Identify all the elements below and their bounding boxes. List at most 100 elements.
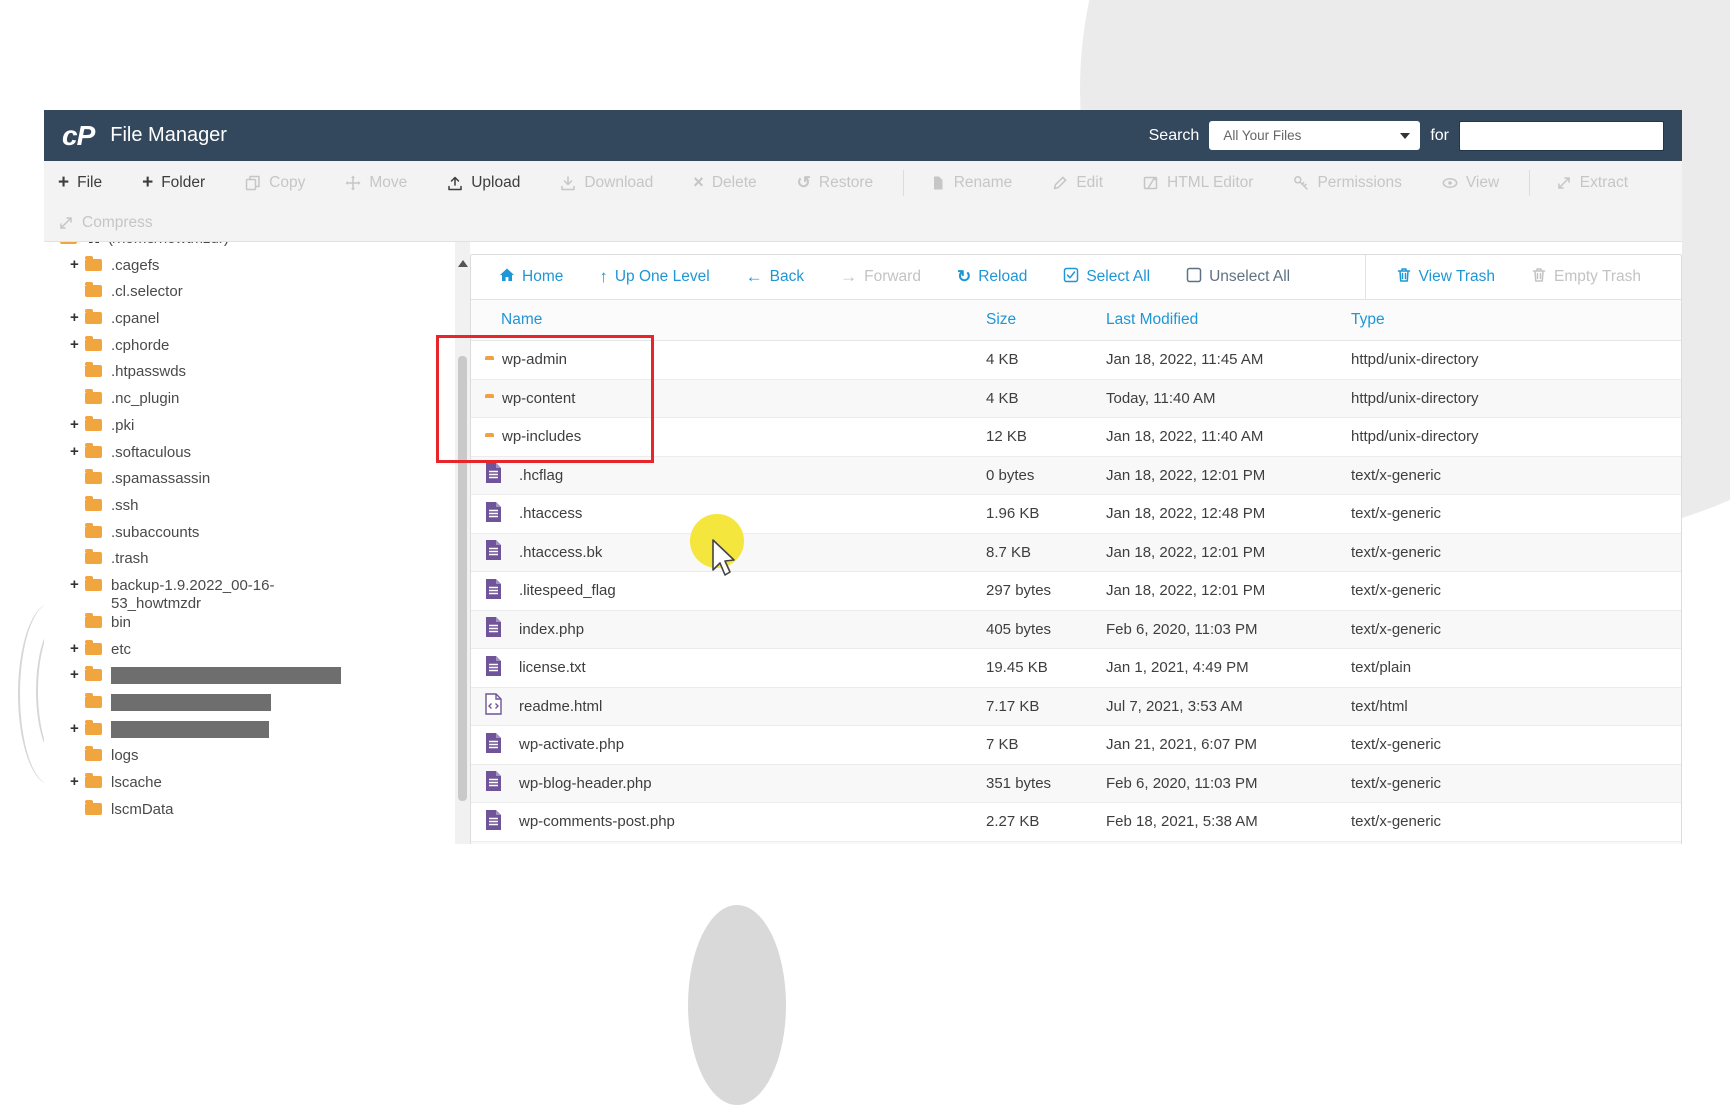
file-modified: Jul 7, 2021, 3:53 AM	[1106, 698, 1351, 715]
tree-item-cphorde[interactable]: +.cphorde	[44, 336, 455, 363]
tree-item-softaculous[interactable]: +.softaculous	[44, 443, 455, 470]
reload-button[interactable]: ↻Reload	[957, 268, 1027, 287]
select-all-button[interactable]: Select All	[1063, 267, 1150, 288]
name-cell: .litespeed_flag	[471, 578, 986, 604]
file-type: text/x-generic	[1351, 736, 1681, 753]
toolbar-button-label: HTML Editor	[1167, 174, 1253, 192]
view-button: View	[1442, 174, 1499, 192]
view-trash-icon	[1396, 267, 1412, 288]
column-header-name[interactable]: Name	[471, 311, 986, 329]
file-row-readme-html[interactable]: readme.html7.17 KBJul 7, 2021, 3:53 AMte…	[471, 688, 1681, 727]
file-rows: wp-admin4 KBJan 18, 2022, 11:45 AMhttpd/…	[471, 341, 1681, 844]
tree-item-cagefs[interactable]: +.cagefs	[44, 256, 455, 283]
folder-row-wp-admin[interactable]: wp-admin4 KBJan 18, 2022, 11:45 AMhttpd/…	[471, 341, 1681, 380]
column-header-type[interactable]: Type	[1351, 311, 1681, 329]
view-trash-button[interactable]: View Trash	[1396, 267, 1495, 288]
file-row-index-php[interactable]: index.php405 bytesFeb 6, 2020, 11:03 PMt…	[471, 611, 1681, 650]
tree-item-lscmdata[interactable]: lscmData	[44, 800, 455, 827]
redacted-label-bar	[111, 667, 341, 684]
navbar-divider	[1365, 255, 1366, 299]
tree-item-trash[interactable]: .trash	[44, 549, 455, 576]
file-row-litespeed-flag[interactable]: .litespeed_flag297 bytesJan 18, 2022, 12…	[471, 572, 1681, 611]
name-cell: license.txt	[471, 655, 986, 681]
file-modified: Jan 18, 2022, 12:01 PM	[1106, 544, 1351, 561]
folder-row-wp-includes[interactable]: wp-includes12 KBJan 18, 2022, 11:40 AMht…	[471, 418, 1681, 457]
back-button[interactable]: ←Back	[746, 268, 804, 287]
file-row-htaccess-bk[interactable]: .htaccess.bk8.7 KBJan 18, 2022, 12:01 PM…	[471, 534, 1681, 573]
tree-item-cpanel[interactable]: +.cpanel	[44, 309, 455, 336]
file-size: 12 KB	[986, 428, 1106, 445]
empty-trash-button: Empty Trash	[1531, 267, 1641, 288]
file-size: 7.17 KB	[986, 698, 1106, 715]
toolbar-button-label: Delete	[712, 174, 757, 192]
home-button[interactable]: Home	[499, 267, 563, 288]
file-row-license-txt[interactable]: license.txt19.45 KBJan 1, 2021, 4:49 PMt…	[471, 649, 1681, 688]
expand-plus-icon[interactable]: +	[70, 640, 85, 657]
scrollbar-thumb[interactable]	[458, 356, 467, 801]
file-row-htaccess[interactable]: .htaccess1.96 KBJan 18, 2022, 12:48 PMte…	[471, 495, 1681, 534]
tree-item-cl-selector[interactable]: .cl.selector	[44, 282, 455, 309]
file-modified: Jan 18, 2022, 11:40 AM	[1106, 428, 1351, 445]
scroll-up-arrow-icon[interactable]	[458, 260, 468, 267]
tree-item-spamassassin[interactable]: .spamassassin	[44, 469, 455, 496]
file-name: .htaccess.bk	[519, 544, 602, 561]
tree-item-bin[interactable]: bin	[44, 613, 455, 640]
unselect-all-button[interactable]: Unselect All	[1186, 267, 1290, 288]
expand-plus-icon[interactable]: +	[70, 256, 85, 273]
file-name: .htaccess	[519, 505, 582, 522]
tree-item-redacted[interactable]: +	[44, 720, 455, 747]
folder-icon	[85, 696, 102, 708]
expand-plus-icon[interactable]: +	[70, 309, 85, 326]
tree-item-backup-1-9-2022-00-16-53-howtmzdr[interactable]: +backup-1.9.2022_00-16-53_howtmzdr	[44, 576, 455, 613]
expand-plus-icon[interactable]: +	[70, 336, 85, 353]
extract-icon	[1556, 175, 1572, 191]
expand-plus-icon[interactable]: +	[70, 416, 85, 433]
search-scope-select[interactable]: All Your Files	[1209, 121, 1420, 150]
file-row-wp-comments-post-php[interactable]: wp-comments-post.php2.27 KBFeb 18, 2021,…	[471, 803, 1681, 842]
column-header-size[interactable]: Size	[986, 311, 1106, 329]
tree-item-lscache[interactable]: +lscache	[44, 773, 455, 800]
file-row-hcflag[interactable]: .hcflag0 bytesJan 18, 2022, 12:01 PMtext…	[471, 457, 1681, 496]
name-cell: wp-blog-header.php	[471, 770, 986, 796]
tree-item-logs[interactable]: logs	[44, 746, 455, 773]
up-one-level-button[interactable]: ↑Up One Level	[599, 268, 709, 287]
toolbar-button-label: Rename	[954, 174, 1013, 192]
tree-item-htpasswds[interactable]: .htpasswds	[44, 362, 455, 389]
folder-button[interactable]: +Folder	[142, 173, 205, 193]
tree-item-redacted[interactable]: +	[44, 666, 455, 693]
tree-item-subaccounts[interactable]: .subaccounts	[44, 523, 455, 550]
file-row-wp-activate-php[interactable]: wp-activate.php7 KBJan 21, 2021, 6:07 PM…	[471, 726, 1681, 765]
expand-plus-icon[interactable]: +	[70, 773, 85, 790]
empty-trash-icon	[1531, 267, 1547, 288]
file-name: .litespeed_flag	[519, 582, 616, 599]
tree-item-label: .nc_plugin	[111, 389, 179, 408]
expand-plus-icon[interactable]: +	[70, 720, 85, 737]
expand-plus-icon[interactable]: +	[70, 666, 85, 683]
search-input[interactable]	[1459, 121, 1664, 151]
folder-icon	[85, 723, 102, 735]
tree-item-ssh[interactable]: .ssh	[44, 496, 455, 523]
tree-item-label: .pki	[111, 416, 134, 435]
toolbar-divider	[903, 170, 904, 196]
file-manager-window: cP File Manager Search All Your Files fo…	[44, 110, 1682, 844]
navbar-button-label: Select All	[1086, 268, 1150, 286]
file-row[interactable]	[471, 842, 1681, 845]
expand-plus-icon[interactable]: +	[70, 576, 85, 593]
file-row-wp-blog-header-php[interactable]: wp-blog-header.php351 bytesFeb 6, 2020, …	[471, 765, 1681, 804]
column-header-modified[interactable]: Last Modified	[1106, 311, 1351, 329]
file-button[interactable]: +File	[58, 173, 102, 193]
tree-item-etc[interactable]: +etc	[44, 640, 455, 667]
up-one-level-icon: ↑	[599, 268, 608, 287]
expand-plus-icon[interactable]: +	[70, 443, 85, 460]
tree-scrollbar[interactable]	[455, 242, 470, 844]
tree-item-pki[interactable]: + .pki	[44, 416, 455, 443]
tree-item-redacted[interactable]	[44, 693, 455, 720]
tree-item-nc-plugin[interactable]: .nc_plugin	[44, 389, 455, 416]
rename-button: Rename	[930, 174, 1013, 192]
folder-row-wp-content[interactable]: wp-content4 KBToday, 11:40 AMhttpd/unix-…	[471, 380, 1681, 419]
upload-button[interactable]: Upload	[447, 174, 520, 192]
folder-icon	[85, 392, 102, 404]
file-size: 351 bytes	[986, 775, 1106, 792]
tree-item-home-root[interactable]: (/home/howtmzdr)	[44, 242, 455, 256]
tree-item-label: .cl.selector	[111, 282, 183, 301]
